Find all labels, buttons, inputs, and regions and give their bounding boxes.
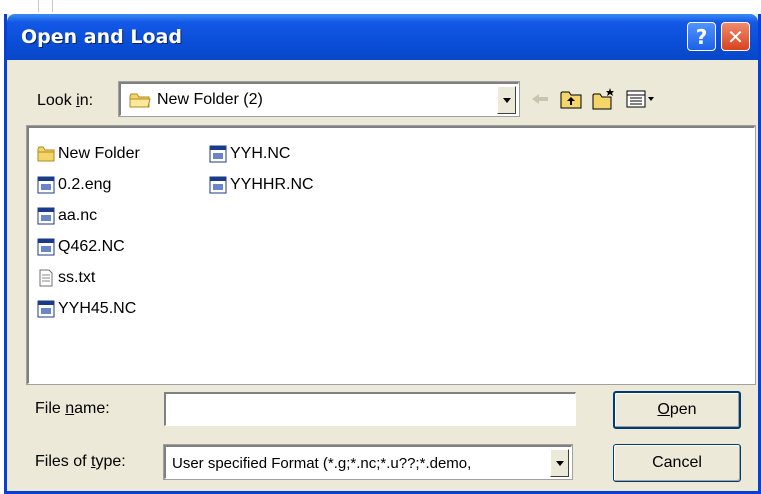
list-item[interactable]: ss.txt [37, 266, 95, 290]
look-in-combobox[interactable]: New Folder (2) [118, 81, 520, 117]
new-folder-icon[interactable] [591, 86, 617, 112]
file-name: YYHHR.NC [230, 176, 314, 193]
close-button[interactable]: ✕ [721, 22, 750, 51]
file-list[interactable]: New Folder 0.2.eng aa.nc Q462.NC ss.txt … [26, 125, 756, 385]
file-name: aa.nc [58, 207, 98, 224]
nc-file-icon [209, 176, 227, 194]
files-of-type-dropdown-button[interactable] [550, 449, 569, 477]
list-item[interactable]: aa.nc [37, 204, 97, 228]
nc-file-icon [37, 300, 55, 318]
background-window-strip [0, 0, 761, 14]
nc-file-icon [37, 207, 55, 225]
folder-icon [37, 146, 55, 162]
nc-file-icon [209, 145, 227, 163]
files-of-type-label: Files of type: [35, 453, 126, 470]
file-name: New Folder [58, 145, 140, 162]
look-in-label: Look in: [37, 92, 94, 109]
look-in-value: New Folder (2) [157, 91, 263, 108]
list-item[interactable]: Q462.NC [37, 235, 125, 259]
files-of-type-value: User specified Format (*.g;*.nc;*.u??;*.… [172, 455, 472, 472]
folder-icon [129, 93, 151, 108]
file-name: YYH45.NC [58, 300, 137, 317]
text-file-icon [39, 269, 53, 287]
back-arrow-icon[interactable] [527, 86, 553, 112]
list-item[interactable]: YYH45.NC [37, 297, 136, 321]
look-in-dropdown-button[interactable] [497, 86, 516, 114]
file-name: Q462.NC [58, 238, 125, 255]
file-name: ss.txt [58, 269, 96, 286]
view-menu-icon[interactable] [624, 86, 658, 112]
file-name: 0.2.eng [58, 176, 112, 193]
file-name-input[interactable] [164, 392, 576, 426]
help-button[interactable]: ? [687, 22, 716, 51]
open-and-load-dialog: Open and Load ? ✕ Look in: New Folder (2… [4, 14, 761, 494]
cancel-button[interactable]: Cancel [613, 444, 741, 482]
file-name-label: File name: [35, 400, 110, 417]
close-icon: ✕ [727, 24, 744, 49]
list-item[interactable]: 0.2.eng [37, 173, 111, 197]
list-item[interactable]: New Folder [37, 142, 140, 166]
help-icon: ? [695, 24, 708, 49]
list-item[interactable]: YYH.NC [209, 142, 290, 166]
title-bar[interactable]: Open and Load ? ✕ [7, 14, 758, 60]
nc-file-icon [37, 176, 55, 194]
list-item[interactable]: YYHHR.NC [209, 173, 314, 197]
dialog-title: Open and Load [21, 26, 182, 48]
background-divider [52, 0, 53, 12]
files-of-type-combobox[interactable]: User specified Format (*.g;*.nc;*.u??;*.… [163, 444, 573, 480]
background-divider [38, 0, 39, 12]
nc-file-icon [37, 238, 55, 256]
open-button[interactable]: Open [613, 391, 741, 429]
up-one-level-icon[interactable] [558, 86, 584, 112]
file-name: YYH.NC [230, 145, 291, 162]
